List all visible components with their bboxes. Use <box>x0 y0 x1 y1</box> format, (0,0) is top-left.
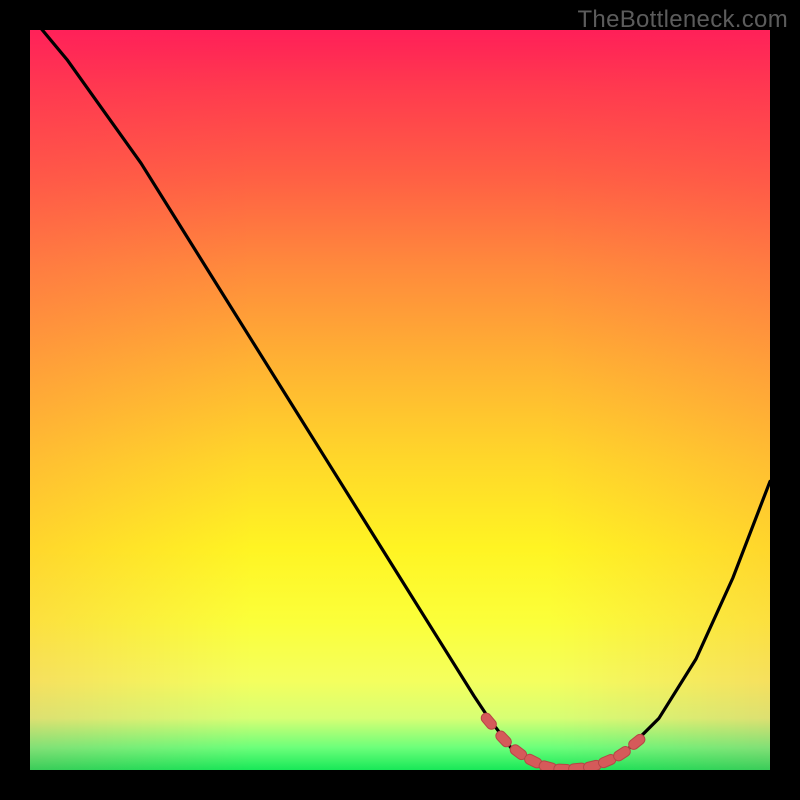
plot-area <box>30 30 770 770</box>
curve-overlay <box>30 30 770 770</box>
watermark-text: TheBottleneck.com <box>577 6 788 34</box>
chart-stage: TheBottleneck.com <box>0 0 800 800</box>
optimal-range-markers <box>479 711 647 770</box>
bottleneck-curve <box>30 30 770 769</box>
